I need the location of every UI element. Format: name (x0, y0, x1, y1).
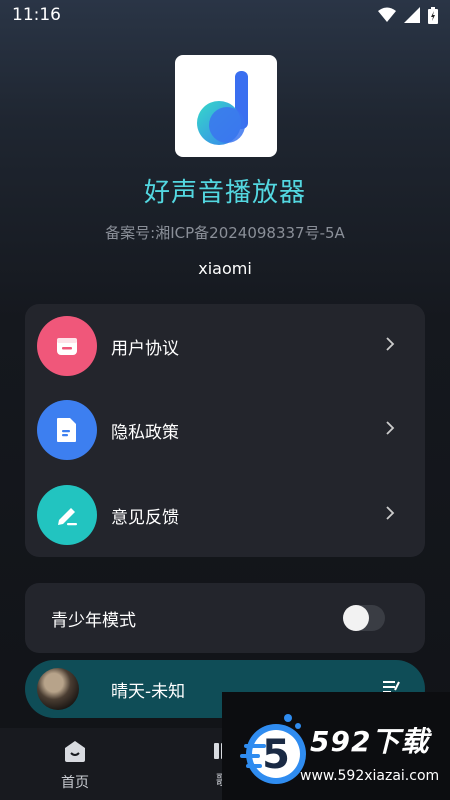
document-icon (57, 418, 76, 442)
status-bar: 11:16 (0, 0, 450, 30)
teen-mode-toggle[interactable] (343, 605, 385, 631)
watermark-title: 592下载 (310, 725, 430, 758)
watermark-url: www.592xiazai.com (300, 768, 440, 784)
menu-item-label: 用户协议 (111, 338, 179, 359)
chevron-right-icon (386, 506, 395, 520)
status-time: 11:16 (12, 5, 61, 25)
home-icon (65, 741, 85, 762)
track-title: 晴天-未知 (111, 681, 186, 702)
nav-item-home[interactable]: 首页 (45, 738, 105, 792)
menu-icon-bg (37, 316, 97, 376)
menu-item-user-agreement[interactable]: 用户协议 (25, 304, 425, 388)
pen-icon (58, 508, 77, 526)
toggle-knob (343, 605, 369, 631)
album-cover (37, 668, 79, 710)
chevron-right-icon (386, 421, 395, 435)
wifi-icon (378, 7, 396, 22)
menu-card: 用户协议 隐私政策 意见反馈 (25, 304, 425, 557)
watermark-logo-text: 5 (262, 732, 290, 778)
music-note-logo-icon (197, 71, 248, 145)
app-logo (175, 55, 277, 157)
nav-label: 首页 (61, 775, 89, 791)
status-icons (378, 6, 438, 24)
teen-mode-label: 青少年模式 (51, 610, 136, 631)
battery-icon (428, 6, 438, 24)
chevron-right-icon (386, 337, 395, 351)
signal-icon (404, 7, 420, 23)
app-name: 好声音播放器 (143, 178, 306, 208)
username: xiaomi (198, 259, 252, 278)
icp-record: 备案号:湘ICP备2024098337号-5A (105, 224, 345, 242)
teen-mode-row: 青少年模式 (25, 583, 425, 653)
menu-icon-bg (37, 485, 97, 545)
watermark: 5 592下载 www.592xiazai.com (222, 692, 450, 800)
menu-item-feedback[interactable]: 意见反馈 (25, 473, 425, 557)
menu-item-privacy-policy[interactable]: 隐私政策 (25, 388, 425, 472)
menu-item-label: 意见反馈 (111, 507, 179, 528)
calendar-icon (57, 338, 77, 355)
menu-icon-bg (37, 400, 97, 460)
menu-item-label: 隐私政策 (111, 422, 179, 443)
